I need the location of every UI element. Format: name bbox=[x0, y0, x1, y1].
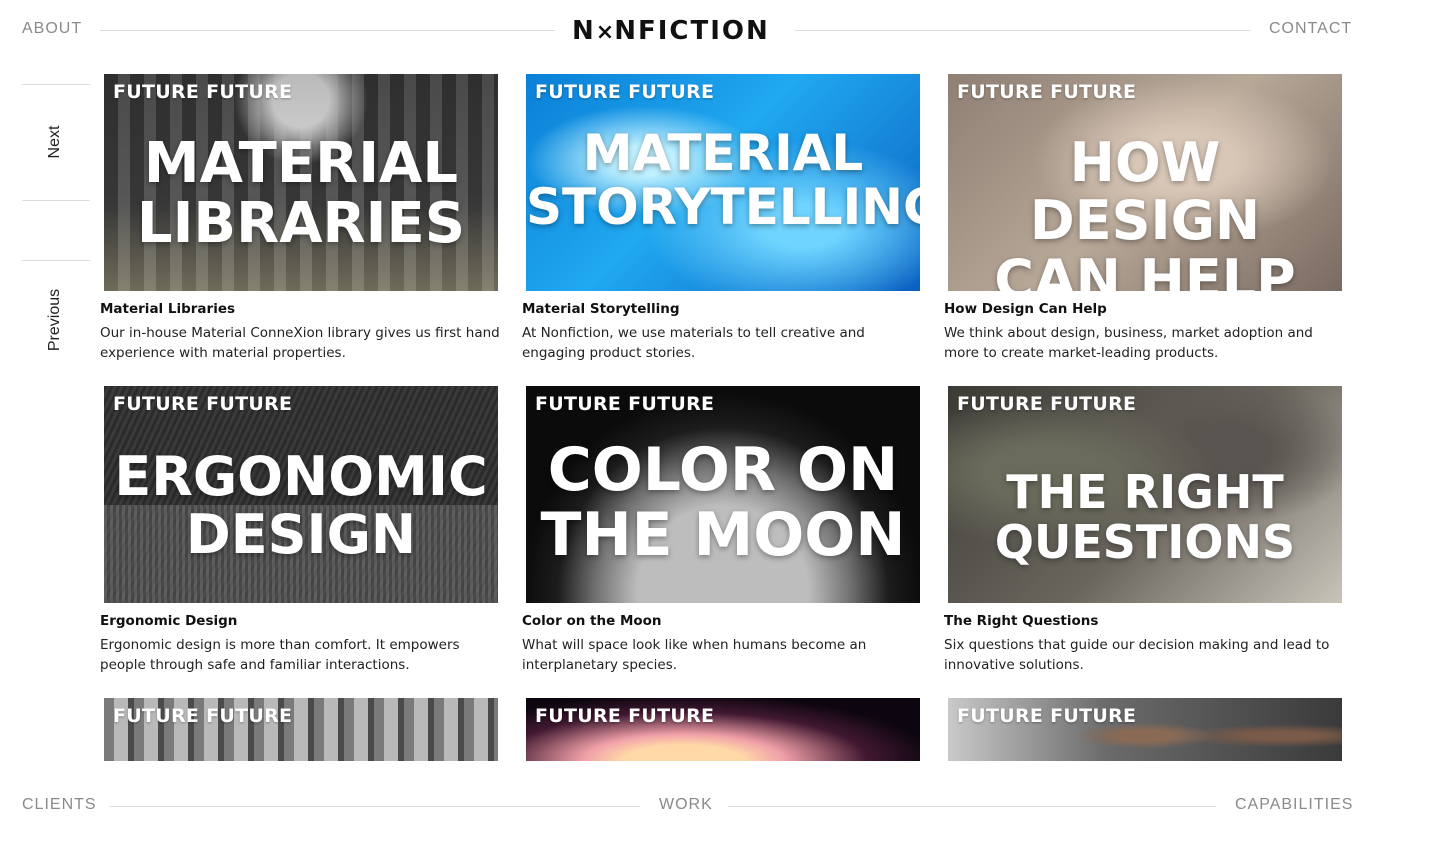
headline-line-2: STORYTELLING bbox=[526, 178, 920, 236]
card-title[interactable]: The Right Questions bbox=[944, 613, 1344, 629]
card-tag: FUTURE FUTURE bbox=[113, 81, 293, 103]
card-color-on-the-moon[interactable]: FUTURE FUTURE COLOR ON THE MOON Color on… bbox=[522, 386, 922, 675]
headline-line-2: THE MOON bbox=[540, 499, 906, 570]
headline-line-2: LIBRARIES bbox=[136, 191, 466, 257]
card-tag: FUTURE FUTURE bbox=[113, 393, 293, 415]
headline-line-1: MATERIAL bbox=[143, 131, 459, 196]
next-button[interactable]: Next bbox=[46, 122, 66, 162]
nav-divider-left bbox=[100, 30, 555, 31]
logo-x-mark: × bbox=[595, 20, 615, 45]
card-title[interactable]: Material Libraries bbox=[100, 301, 500, 317]
card-the-right-questions[interactable]: FUTURE FUTURE THE RIGHT QUESTIONS The Ri… bbox=[944, 386, 1344, 675]
card-tag: FUTURE FUTURE bbox=[957, 705, 1137, 727]
top-navigation: ABOUT N×NFICTION CONTACT bbox=[0, 0, 1456, 60]
previous-button[interactable]: Previous bbox=[46, 285, 66, 355]
headline-line-1: HOW DESIGN bbox=[1029, 131, 1261, 253]
headline-line-1: THE RIGHT bbox=[1006, 465, 1284, 519]
card-partial-3[interactable]: FUTURE FUTURE bbox=[944, 698, 1344, 761]
nav-contact-link[interactable]: CONTACT bbox=[1269, 20, 1352, 38]
card-tag: FUTURE FUTURE bbox=[535, 393, 715, 415]
side-divider-1 bbox=[22, 84, 90, 85]
card-tag: FUTURE FUTURE bbox=[535, 705, 715, 727]
card-tag: FUTURE FUTURE bbox=[957, 81, 1137, 103]
card-how-design-can-help[interactable]: FUTURE FUTURE HOW DESIGN CAN HELP How De… bbox=[944, 74, 1344, 363]
card-thumbnail[interactable]: FUTURE FUTURE THE RIGHT QUESTIONS bbox=[948, 386, 1342, 603]
nav-capabilities-link[interactable]: CAPABILITIES bbox=[1235, 796, 1353, 814]
headline-line-2: DESIGN bbox=[185, 503, 417, 567]
card-headline: MATERIAL STORYTELLING bbox=[526, 126, 920, 234]
bottom-navigation: CLIENTS WORK CAPABILITIES bbox=[0, 790, 1456, 820]
card-description: Ergonomic design is more than comfort. I… bbox=[100, 637, 460, 673]
card-tag: FUTURE FUTURE bbox=[535, 81, 715, 103]
side-divider-2 bbox=[22, 200, 90, 201]
card-headline: COLOR ON THE MOON bbox=[526, 438, 920, 568]
card-tag: FUTURE FUTURE bbox=[957, 393, 1137, 415]
card-thumbnail[interactable]: FUTURE FUTURE HOW DESIGN CAN HELP bbox=[948, 74, 1342, 291]
card-title[interactable]: Color on the Moon bbox=[522, 613, 922, 629]
logo-text-right: NFICTION bbox=[614, 16, 770, 46]
card-thumbnail[interactable]: FUTURE FUTURE COLOR ON THE MOON bbox=[526, 386, 920, 603]
card-partial-2[interactable]: FUTURE FUTURE bbox=[522, 698, 922, 761]
footer-divider-right bbox=[728, 806, 1216, 807]
site-logo[interactable]: N×NFICTION bbox=[572, 14, 777, 48]
card-headline: MATERIAL LIBRARIES bbox=[104, 131, 498, 257]
card-partial-1[interactable]: FUTURE FUTURE bbox=[100, 698, 500, 761]
card-description: What will space look like when humans be… bbox=[522, 637, 867, 673]
headline-line-2: CAN HELP bbox=[994, 247, 1296, 291]
card-material-libraries[interactable]: FUTURE FUTURE MATERIAL LIBRARIES Materia… bbox=[100, 74, 500, 363]
card-ergonomic-design[interactable]: FUTURE FUTURE ERGONOMIC DESIGN Ergonomic… bbox=[100, 386, 500, 675]
card-thumbnail[interactable]: FUTURE FUTURE MATERIAL STORYTELLING bbox=[526, 74, 920, 291]
card-title[interactable]: How Design Can Help bbox=[944, 301, 1344, 317]
card-thumbnail[interactable]: FUTURE FUTURE MATERIAL LIBRARIES bbox=[104, 74, 498, 291]
nav-divider-right bbox=[795, 30, 1250, 31]
headline-line-1: MATERIAL bbox=[582, 124, 864, 182]
card-thumbnail[interactable]: FUTURE FUTURE ERGONOMIC DESIGN bbox=[104, 386, 498, 603]
card-thumbnail[interactable]: FUTURE FUTURE bbox=[526, 698, 920, 761]
headline-line-1: ERGONOMIC bbox=[114, 445, 488, 508]
card-description: Our in-house Material ConneXion library … bbox=[100, 325, 500, 361]
nav-work-link[interactable]: WORK bbox=[659, 796, 713, 814]
card-thumbnail[interactable]: FUTURE FUTURE bbox=[104, 698, 498, 761]
card-title[interactable]: Material Storytelling bbox=[522, 301, 922, 317]
card-headline: ERGONOMIC DESIGN bbox=[104, 445, 498, 567]
footer-divider-left bbox=[110, 806, 640, 807]
headline-line-1: COLOR ON bbox=[547, 435, 899, 505]
headline-line-2: QUESTIONS bbox=[994, 514, 1296, 569]
card-material-storytelling[interactable]: FUTURE FUTURE MATERIAL STORYTELLING Mate… bbox=[522, 74, 922, 363]
card-description: Six questions that guide our decision ma… bbox=[944, 637, 1330, 673]
card-title[interactable]: Ergonomic Design bbox=[100, 613, 500, 629]
card-tag: FUTURE FUTURE bbox=[113, 705, 293, 727]
card-headline: THE RIGHT QUESTIONS bbox=[948, 465, 1342, 569]
side-divider-3 bbox=[22, 260, 90, 261]
nav-clients-link[interactable]: CLIENTS bbox=[22, 796, 97, 814]
card-thumbnail[interactable]: FUTURE FUTURE bbox=[948, 698, 1342, 761]
card-description: At Nonfiction, we use materials to tell … bbox=[522, 325, 865, 361]
card-description: We think about design, business, market … bbox=[944, 325, 1313, 361]
card-headline: HOW DESIGN CAN HELP bbox=[948, 131, 1342, 291]
logo-text-left: N bbox=[572, 16, 596, 46]
nav-about-link[interactable]: ABOUT bbox=[22, 20, 82, 38]
